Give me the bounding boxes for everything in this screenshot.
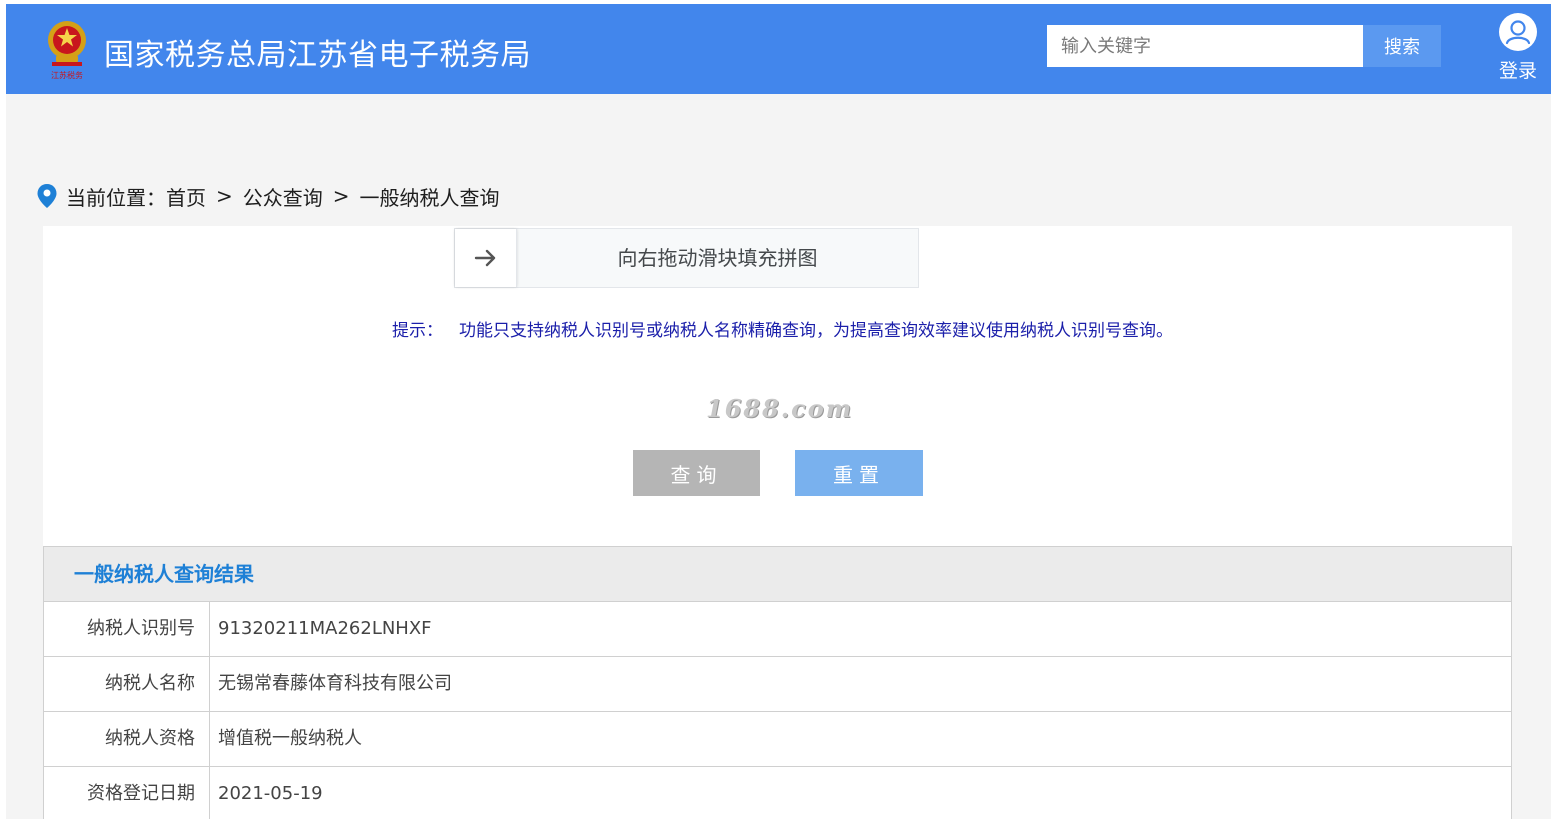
table-row: 纳税人资格 增值税一般纳税人 xyxy=(44,712,1511,767)
login-button[interactable]: 登录 xyxy=(1488,12,1548,88)
tip-label: 提示： xyxy=(392,321,443,341)
breadcrumb-label: 当前位置： xyxy=(66,185,166,210)
search-button[interactable]: 搜索 xyxy=(1363,25,1441,67)
result-table: 一般纳税人查询结果 纳税人识别号 91320211MA262LNHXF 纳税人名… xyxy=(43,546,1512,819)
row-label: 纳税人识别号 xyxy=(44,602,210,656)
login-label: 登录 xyxy=(1498,60,1537,82)
result-title: 一般纳税人查询结果 xyxy=(44,547,1511,602)
breadcrumb-current: 一般纳税人查询 xyxy=(359,185,500,210)
search-input[interactable] xyxy=(1047,25,1363,67)
table-row: 资格登记日期 2021-05-19 xyxy=(44,767,1511,819)
row-value: 无锡常春藤体育科技有限公司 xyxy=(218,673,452,694)
row-value: 91320211MA262LNHXF xyxy=(218,618,432,639)
breadcrumb: 当前位置： 首页 > 公众查询 > 一般纳税人查询 xyxy=(36,180,500,212)
slider-handle[interactable] xyxy=(455,229,517,287)
reset-button[interactable]: 重置 xyxy=(795,450,923,496)
slider-hint: 向右拖动滑块填充拼图 xyxy=(617,246,818,270)
row-label: 资格登记日期 xyxy=(44,767,210,819)
row-label: 纳税人资格 xyxy=(44,712,210,766)
breadcrumb-separator: > xyxy=(216,184,233,208)
query-panel: 向右拖动滑块填充拼图 提示： 功能只支持纳税人识别号或纳税人名称精确查询，为提高查… xyxy=(43,226,1512,819)
tip-text: 功能只支持纳税人识别号或纳税人名称精确查询，为提高查询效率建议使用纳税人识别号查… xyxy=(459,321,1173,341)
tip: 提示： 功能只支持纳税人识别号或纳税人名称精确查询，为提高查询效率建议使用纳税人识… xyxy=(392,316,1173,341)
query-button[interactable]: 查询 xyxy=(633,450,760,496)
page: 江苏税务 国家税务总局江苏省电子税务局 搜索 登录 当前位置： 首页 > 公众查… xyxy=(0,0,1551,819)
row-label: 纳税人名称 xyxy=(44,657,210,711)
slider-captcha[interactable]: 向右拖动滑块填充拼图 xyxy=(454,228,919,288)
row-value: 增值税一般纳税人 xyxy=(218,728,362,749)
watermark: 1688.com xyxy=(706,394,854,423)
header: 江苏税务 国家税务总局江苏省电子税务局 搜索 登录 xyxy=(6,4,1551,94)
location-pin-icon xyxy=(37,184,57,208)
logo-text: 江苏税务 xyxy=(51,70,83,80)
breadcrumb-separator: > xyxy=(332,184,350,208)
site-title: 国家税务总局江苏省电子税务局 xyxy=(104,38,531,73)
breadcrumb-public-query[interactable]: 公众查询 xyxy=(243,182,323,211)
arrow-right-icon xyxy=(474,249,495,267)
row-value: 2021-05-19 xyxy=(218,783,323,804)
tax-emblem-icon[interactable]: 江苏税务 xyxy=(44,18,90,80)
table-row: 纳税人名称 无锡常春藤体育科技有限公司 xyxy=(44,657,1511,712)
breadcrumb-home[interactable]: 首页 xyxy=(166,182,206,211)
table-row: 纳税人识别号 91320211MA262LNHXF xyxy=(44,602,1511,657)
user-icon xyxy=(1499,13,1537,51)
